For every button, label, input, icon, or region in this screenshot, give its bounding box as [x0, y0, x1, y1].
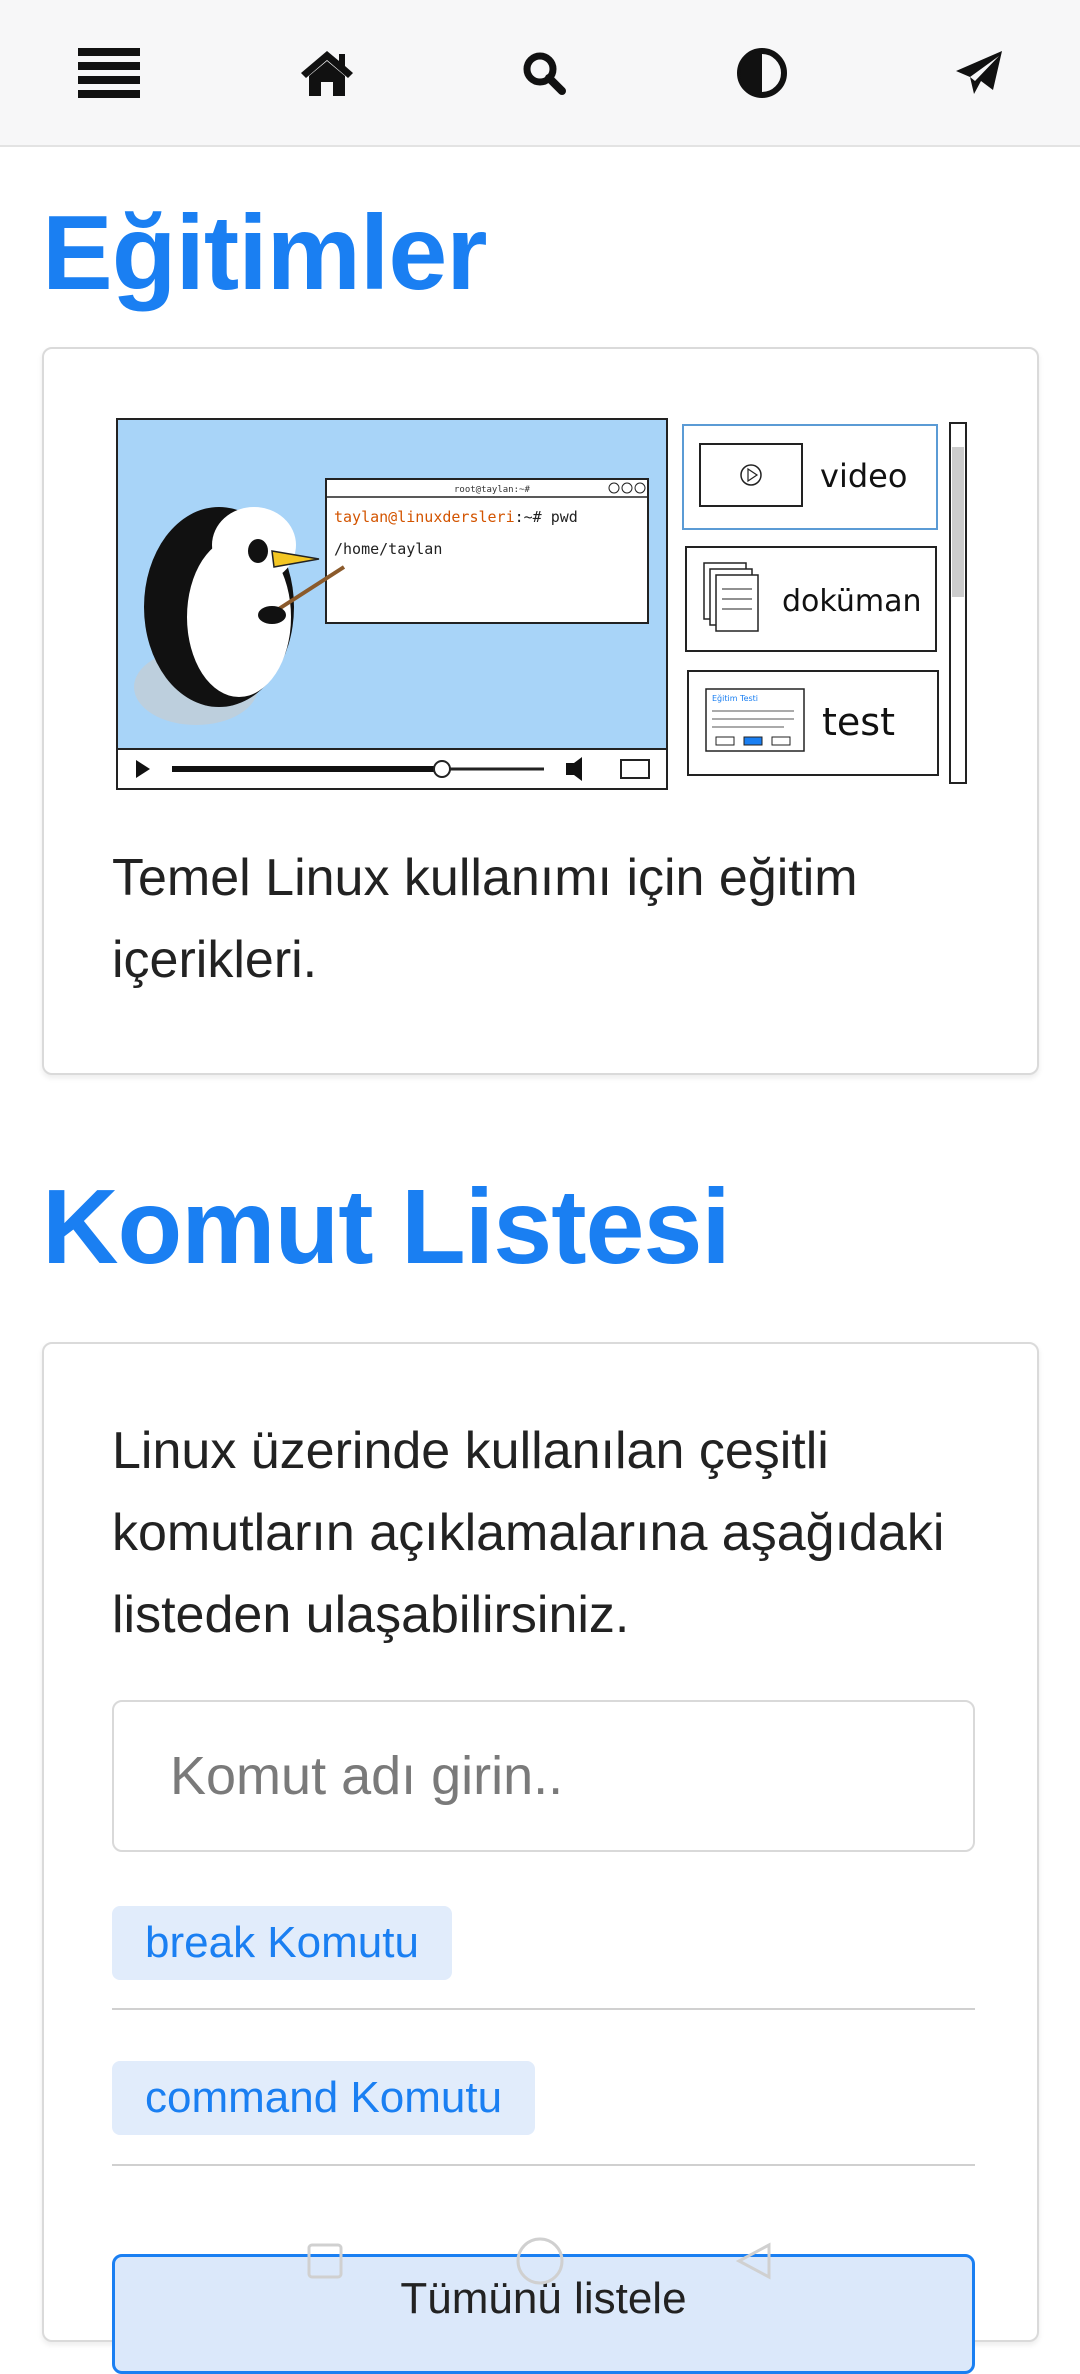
contrast-icon — [736, 47, 787, 98]
tutorials-title: Eğitimler — [42, 194, 488, 312]
menu-icon — [78, 47, 140, 98]
terminal-output: /home/taylan — [334, 540, 442, 558]
side-item-video: video — [820, 457, 907, 495]
commands-title: Komut Listesi — [42, 1168, 731, 1286]
svg-text:taylan@linuxdersleri:~# pwd: taylan@linuxdersleri:~# pwd — [334, 508, 578, 526]
telegram-button[interactable] — [946, 40, 1012, 106]
theme-toggle-button[interactable] — [729, 40, 795, 106]
command-search-input[interactable] — [112, 1700, 975, 1852]
terminal-title: root@taylan:~# — [454, 485, 530, 495]
side-item-document: doküman — [782, 584, 921, 619]
divider — [112, 2008, 975, 2010]
search-icon — [523, 52, 566, 95]
commands-description: Linux üzerinde kullanılan çeşitli komutl… — [112, 1422, 945, 1644]
dialog-title: Eğitim Testi — [712, 694, 758, 703]
menu-button[interactable] — [76, 40, 142, 106]
divider — [112, 2164, 975, 2166]
back-icon[interactable] — [735, 2241, 775, 2281]
tutorials-description: Temel Linux kullanımı için eğitim içerik… — [112, 849, 858, 989]
paper-plane-icon — [956, 50, 1002, 94]
recent-apps-icon[interactable] — [305, 2241, 345, 2281]
system-navigation-bar — [0, 2216, 1080, 2306]
side-item-test: test — [822, 700, 895, 744]
terminal-prompt-rest: :~# pwd — [515, 508, 578, 526]
home-icon — [300, 50, 353, 96]
command-link-command[interactable]: command Komutu — [112, 2061, 536, 2135]
tutorials-illustration: root@taylan:~# taylan@linuxdersleri:~# p… — [116, 418, 967, 790]
commands-card: Linux üzerinde kullanılan çeşitli komutl… — [42, 1342, 1039, 2374]
tutorials-card[interactable]: root@taylan:~# taylan@linuxdersleri:~# p… — [42, 347, 1039, 1075]
top-navbar — [0, 0, 1080, 147]
home-button[interactable] — [294, 40, 360, 106]
home-nav-icon[interactable] — [515, 2236, 565, 2286]
terminal-prompt-user: taylan@linuxdersleri — [334, 508, 515, 526]
search-button[interactable] — [511, 40, 577, 106]
command-link-break[interactable]: break Komutu — [112, 1906, 452, 1980]
